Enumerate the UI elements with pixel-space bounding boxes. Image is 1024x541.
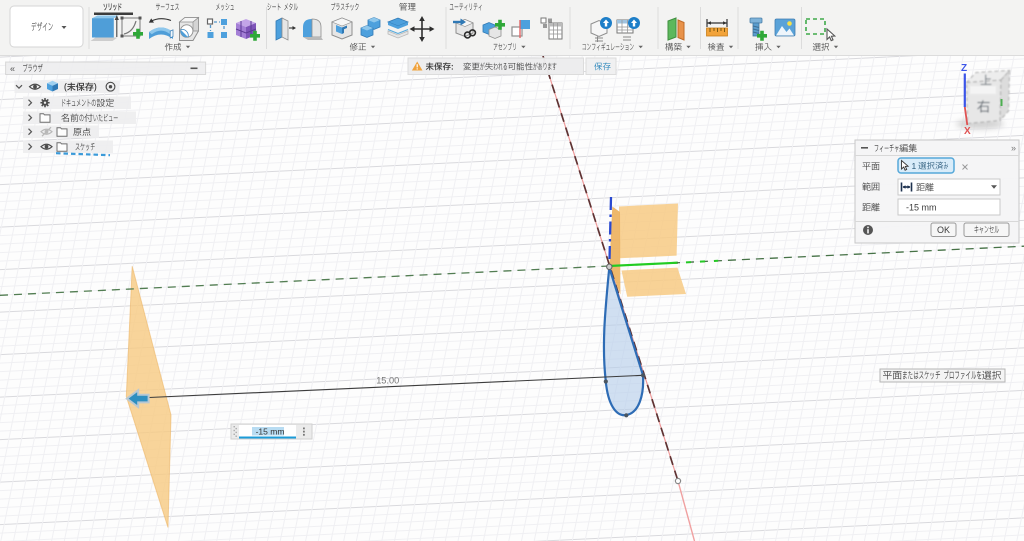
- svg-text:OK: OK: [937, 225, 950, 235]
- svg-text:1: 1: [912, 161, 917, 171]
- svg-text:-15 mm: -15 mm: [906, 203, 937, 213]
- svg-text:«: «: [10, 64, 15, 74]
- svg-text:-15 mm: -15 mm: [256, 427, 285, 437]
- svg-text:Z: Z: [961, 63, 967, 74]
- svg-text:X: X: [964, 126, 971, 137]
- svg-text:»: »: [1011, 143, 1016, 153]
